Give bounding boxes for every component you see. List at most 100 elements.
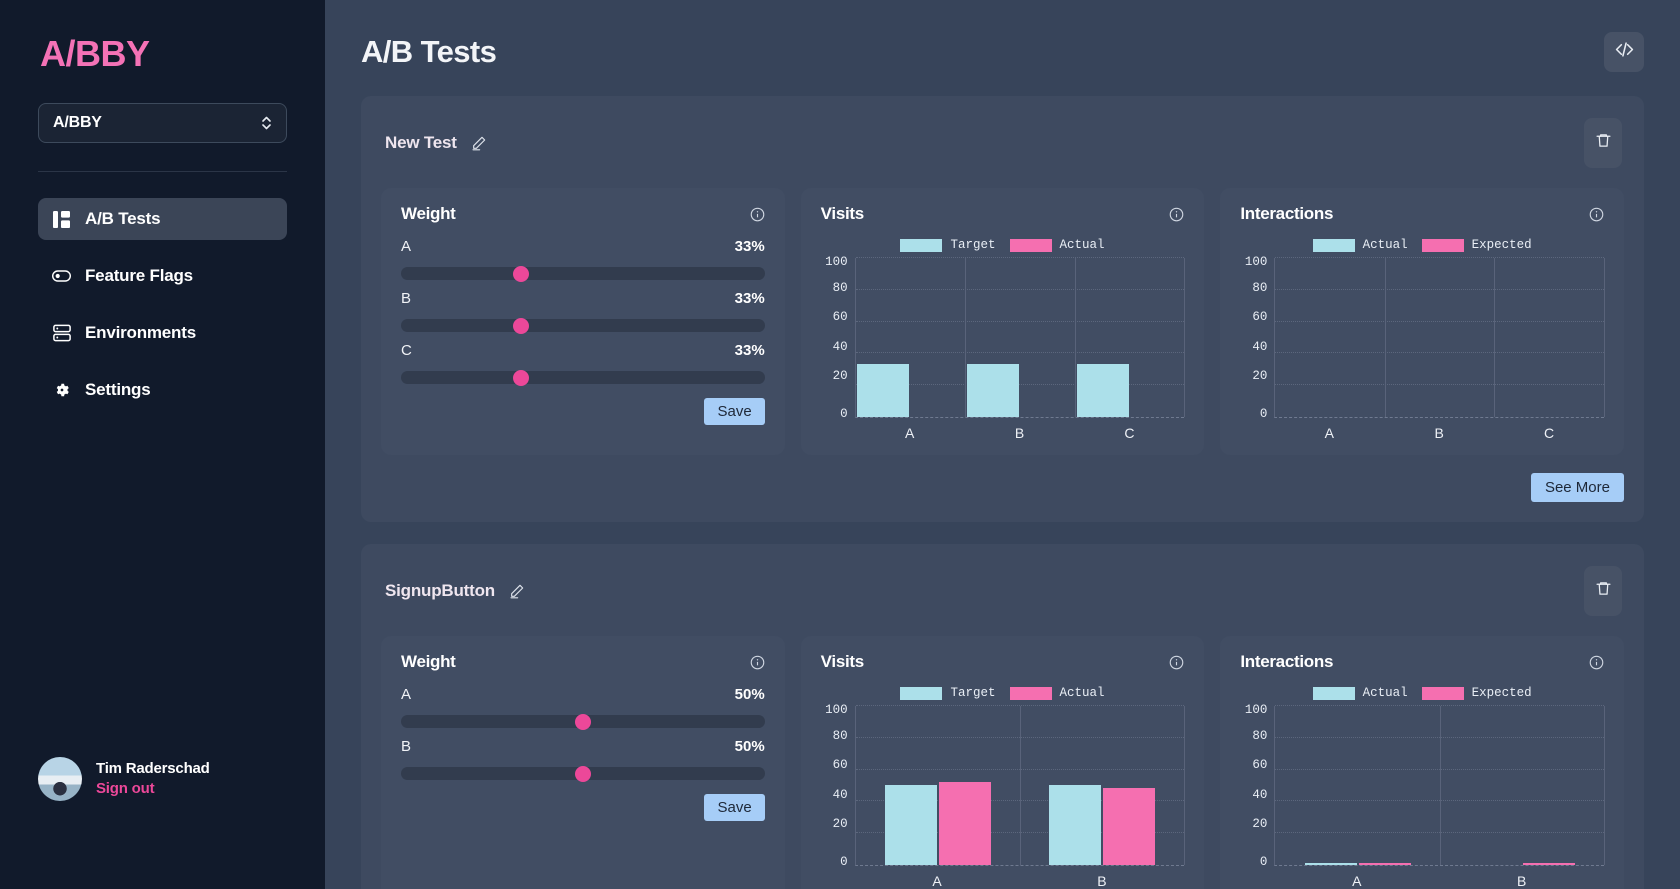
user-profile: Tim Raderschad Sign out: [38, 757, 210, 801]
panel-header: Weight: [401, 204, 765, 224]
y-axis: 100 80 60 40 20 0: [821, 256, 855, 420]
sign-out-link[interactable]: Sign out: [96, 779, 210, 799]
info-icon[interactable]: [750, 655, 765, 670]
legend-swatch: [1312, 686, 1355, 700]
see-more-button[interactable]: See More: [1530, 473, 1624, 502]
slider-handle[interactable]: [513, 369, 529, 386]
panel-header: Interactions: [1240, 652, 1604, 672]
gridline-vertical: [1604, 258, 1606, 417]
legend-item: Expected: [1421, 238, 1532, 252]
gridline-vertical: [1184, 258, 1186, 417]
sidebar-item-settings[interactable]: Settings: [38, 369, 287, 411]
bar-group: [1440, 706, 1604, 865]
bar-group: [1020, 706, 1184, 865]
y-axis-tick: 80: [1252, 280, 1268, 295]
sidebar-item-ab-tests[interactable]: A/B Tests: [38, 198, 287, 240]
y-axis-tick: 60: [832, 309, 848, 324]
bar-series-container: [856, 706, 1185, 865]
slider-handle[interactable]: [574, 765, 591, 782]
gear-icon: [52, 381, 71, 400]
info-icon[interactable]: [1589, 207, 1604, 222]
weight-row: A 50%: [401, 686, 765, 703]
legend-label: Target: [950, 686, 996, 700]
bar: [938, 781, 991, 865]
legend-label: Expected: [1471, 238, 1532, 252]
delete-test-button[interactable]: [1584, 118, 1622, 168]
weight-slider[interactable]: [401, 765, 765, 782]
slider-handle[interactable]: [574, 713, 591, 730]
bar-group: [1385, 258, 1495, 417]
y-axis-tick: 40: [832, 339, 848, 354]
x-axis-tick: A: [1324, 425, 1334, 441]
interactions-panel: Interactions Actual Expected 100 80 60 40 20 0 A B…: [1220, 188, 1625, 455]
sidebar-item-feature-flags[interactable]: Feature Flags: [38, 255, 287, 297]
gridline-vertical: [1604, 706, 1606, 865]
legend-item: Actual: [1009, 686, 1105, 700]
x-axis: A B C: [1274, 425, 1604, 441]
test-card: New Test Weight A 33% B 33% C 33% Save Visits Targ…: [361, 96, 1644, 522]
org-selector[interactable]: A/BBY: [38, 103, 287, 143]
chart-plot: 100 80 60 40 20 0: [821, 256, 1186, 420]
test-card-header: New Test: [381, 114, 1624, 174]
y-axis-tick: 40: [832, 787, 848, 802]
toggle-icon: [52, 267, 71, 286]
sidebar-nav: A/B Tests Feature Flags Environments Set…: [38, 198, 287, 411]
weight-value: 33%: [734, 290, 765, 307]
weight-value: 33%: [734, 342, 765, 359]
chart-plot: 100 80 60 40 20 0: [821, 704, 1186, 868]
slider-handle[interactable]: [513, 265, 529, 282]
panel-header: Weight: [401, 652, 765, 672]
y-axis: 100 80 60 40 20 0: [1240, 704, 1274, 868]
bar: [1522, 863, 1575, 865]
info-icon[interactable]: [1169, 207, 1184, 222]
slider-handle[interactable]: [513, 317, 529, 334]
sidebar-item-environments[interactable]: Environments: [38, 312, 287, 354]
save-row: Save: [401, 794, 765, 821]
bar-group: [1075, 258, 1185, 417]
see-more-row: See More: [381, 473, 1624, 502]
info-icon[interactable]: [1169, 655, 1184, 670]
test-card-header: SignupButton: [381, 562, 1624, 622]
chart-legend: Actual Expected: [1240, 686, 1604, 700]
y-axis-tick: 40: [1252, 339, 1268, 354]
save-button[interactable]: Save: [704, 794, 765, 821]
code-snippet-button[interactable]: [1604, 32, 1644, 72]
panel-header: Visits: [821, 204, 1185, 224]
y-axis-tick: 80: [1252, 728, 1268, 743]
delete-test-button[interactable]: [1584, 566, 1622, 616]
weight-slider[interactable]: [401, 317, 765, 334]
gridline-vertical: [1184, 706, 1186, 865]
bar-group: [1275, 706, 1439, 865]
trash-icon: [1595, 132, 1612, 154]
legend-item: Target: [900, 686, 996, 700]
legend-swatch: [900, 686, 943, 700]
pencil-icon[interactable]: [509, 583, 525, 599]
legend-item: Actual: [1009, 238, 1105, 252]
legend-item: Actual: [1312, 238, 1408, 252]
x-axis: A B C: [855, 425, 1185, 441]
weight-slider[interactable]: [401, 369, 765, 386]
bar-series-container: [1275, 258, 1604, 417]
bar-group: [965, 258, 1075, 417]
chart-plot: 100 80 60 40 20 0: [1240, 256, 1606, 420]
save-button[interactable]: Save: [704, 398, 765, 425]
trash-icon: [1595, 580, 1612, 602]
bar-group: [856, 258, 966, 417]
legend-label: Target: [950, 238, 996, 252]
bar: [1304, 862, 1357, 865]
legend-label: Actual: [1362, 238, 1408, 252]
x-axis-tick: A: [932, 873, 942, 889]
weight-variant-label: A: [401, 238, 412, 255]
pencil-icon[interactable]: [471, 135, 487, 151]
info-icon[interactable]: [1589, 655, 1604, 670]
weight-slider[interactable]: [401, 713, 765, 730]
x-axis-tick: C: [1544, 425, 1555, 441]
x-axis-tick: B: [1014, 425, 1025, 441]
panel-row: Weight A 33% B 33% C 33% Save Visits Target Actual…: [381, 188, 1625, 455]
test-name: New Test: [385, 133, 457, 152]
info-icon[interactable]: [750, 207, 765, 222]
chart-legend: Target Actual: [821, 238, 1185, 252]
y-axis-tick: 60: [832, 757, 848, 772]
weight-slider[interactable]: [401, 265, 765, 282]
sidebar-item-label: A/B Tests: [85, 209, 161, 228]
